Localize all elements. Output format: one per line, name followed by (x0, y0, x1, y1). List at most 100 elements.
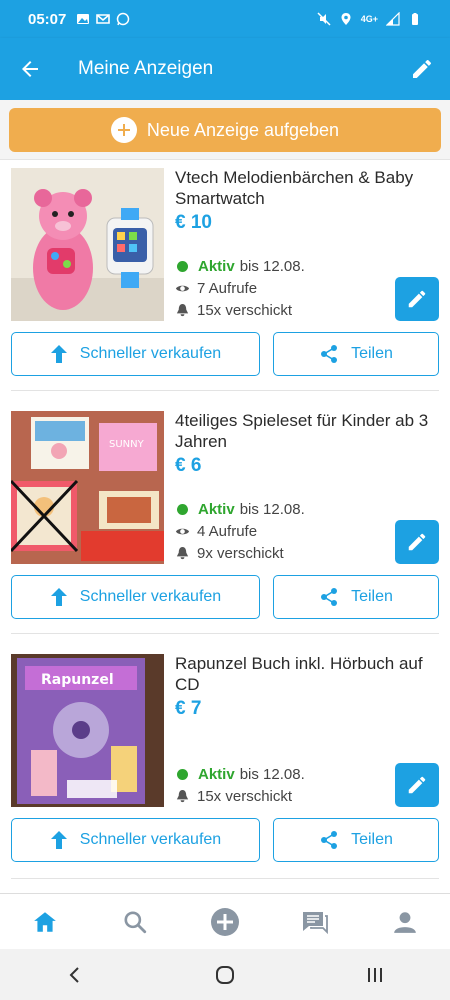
eye-icon (175, 285, 190, 292)
new-ad-label: Neue Anzeige aufgeben (146, 119, 340, 140)
new-ad-section: Neue Anzeige aufgeben (0, 100, 450, 160)
home-icon (34, 911, 56, 932)
new-ad-button[interactable]: Neue Anzeige aufgeben (9, 108, 441, 152)
listing-title[interactable]: 4teiliges Spieleset für Kinder ab 3 Jahr… (175, 410, 437, 452)
pencil-icon (413, 59, 432, 78)
home-circle-icon[interactable] (214, 964, 236, 986)
status-until: bis 12.08. (239, 766, 305, 783)
pencil-icon (408, 533, 426, 551)
image-notification-icon (77, 14, 90, 24)
listing-price: € 7 (175, 698, 202, 719)
mute-icon (317, 12, 331, 26)
listing-sent: 9x verschickt (175, 545, 284, 562)
status-dot-icon (177, 769, 188, 780)
sell-faster-button[interactable]: Schneller verkaufen (11, 575, 260, 619)
nav-search[interactable] (90, 894, 180, 949)
profile-icon (394, 911, 416, 933)
edit-listing-button[interactable] (395, 763, 439, 807)
app-bar: Meine Anzeigen (0, 38, 450, 100)
nav-add[interactable] (180, 894, 270, 949)
listing-item[interactable]: Rapunzel Rapunzel Buch inkl. Hörbuch auf… (0, 646, 450, 886)
listing-item[interactable]: Vtech Melodienbärchen & Baby Smartwatch … (0, 160, 450, 392)
status-time: 05:07 (28, 10, 67, 28)
battery-icon (412, 13, 418, 25)
svg-text:SUNNY: SUNNY (109, 439, 145, 450)
status-label: Aktiv (198, 766, 235, 783)
listing-title[interactable]: Rapunzel Buch inkl. Hörbuch auf CD (175, 653, 437, 695)
divider (11, 878, 439, 879)
listing-image[interactable]: SUNNY (11, 411, 164, 564)
edit-mode-button[interactable] (394, 38, 450, 100)
listing-image[interactable] (11, 168, 164, 321)
search-icon (124, 910, 147, 933)
bell-icon (176, 789, 189, 803)
share-label: Teilen (351, 588, 393, 605)
signal-icon (386, 12, 400, 26)
views-count: 4 Aufrufe (197, 523, 258, 540)
pencil-icon (408, 290, 426, 308)
arrow-back-icon (22, 61, 38, 77)
nav-home[interactable] (0, 894, 90, 949)
recents-icon[interactable] (365, 965, 385, 985)
status-until: bis 12.08. (239, 258, 305, 275)
share-label: Teilen (351, 345, 393, 362)
sent-count: 15x verschickt (197, 302, 293, 319)
sent-count: 9x verschickt (197, 545, 284, 562)
listing-sent: 15x verschickt (175, 302, 292, 319)
listing-title[interactable]: Vtech Melodienbärchen & Baby Smartwatch (175, 167, 437, 209)
listing-status: Aktiv bis 12.08. (175, 258, 305, 275)
add-icon (211, 907, 239, 936)
listing-image[interactable]: Rapunzel (11, 654, 164, 807)
sell-faster-button[interactable]: Schneller verkaufen (11, 818, 260, 862)
sell-faster-label: Schneller verkaufen (79, 831, 222, 848)
cover-title: Rapunzel (41, 672, 114, 688)
bell-icon (176, 546, 189, 560)
sell-faster-label: Schneller verkaufen (79, 588, 222, 605)
status-until: bis 12.08. (239, 501, 305, 518)
pencil-icon (408, 776, 426, 794)
sent-count: 15x verschickt (197, 788, 293, 805)
share-icon (321, 345, 338, 363)
nav-messages[interactable] (270, 894, 360, 949)
bottom-navigation (0, 893, 450, 949)
location-icon (341, 13, 351, 25)
sell-faster-button[interactable]: Schneller verkaufen (11, 332, 260, 376)
edit-listing-button[interactable] (395, 520, 439, 564)
listing-price: € 6 (175, 455, 202, 476)
arrow-up-icon (50, 345, 67, 363)
status-dot-icon (177, 504, 188, 515)
messages-icon (303, 911, 328, 934)
listing-status: Aktiv bis 12.08. (175, 501, 305, 518)
status-label: Aktiv (198, 258, 235, 275)
status-label: Aktiv (198, 501, 235, 518)
listing-views: 4 Aufrufe (175, 523, 257, 540)
listing-price: € 10 (175, 212, 212, 233)
eye-icon (175, 528, 190, 535)
share-button[interactable]: Teilen (273, 818, 439, 862)
views-count: 7 Aufrufe (197, 280, 258, 297)
status-bar: 05:07 4G+ (0, 0, 450, 38)
whatsapp-notification-icon (117, 12, 130, 26)
sell-faster-label: Schneller verkaufen (79, 345, 222, 362)
listing-item[interactable]: SUNNY 4teiliges Spieleset für Kinder ab … (0, 403, 450, 635)
divider (11, 633, 439, 634)
share-label: Teilen (351, 831, 393, 848)
divider (11, 390, 439, 391)
status-dot-icon (177, 261, 188, 272)
edit-listing-button[interactable] (395, 277, 439, 321)
share-button[interactable]: Teilen (273, 575, 439, 619)
arrow-up-icon (50, 588, 67, 606)
nav-profile[interactable] (360, 894, 450, 949)
mail-notification-icon (96, 14, 111, 24)
network-type-label: 4G+ (360, 14, 378, 24)
page-title: Meine Anzeigen (78, 58, 214, 79)
listing-sent: 15x verschickt (175, 788, 292, 805)
bell-icon (176, 303, 189, 317)
arrow-up-icon (50, 831, 67, 849)
share-icon (321, 588, 338, 606)
share-button[interactable]: Teilen (273, 332, 439, 376)
system-navigation (0, 949, 450, 1000)
listing-views: 7 Aufrufe (175, 280, 257, 297)
back-button[interactable] (0, 38, 60, 100)
back-icon[interactable] (65, 965, 85, 985)
